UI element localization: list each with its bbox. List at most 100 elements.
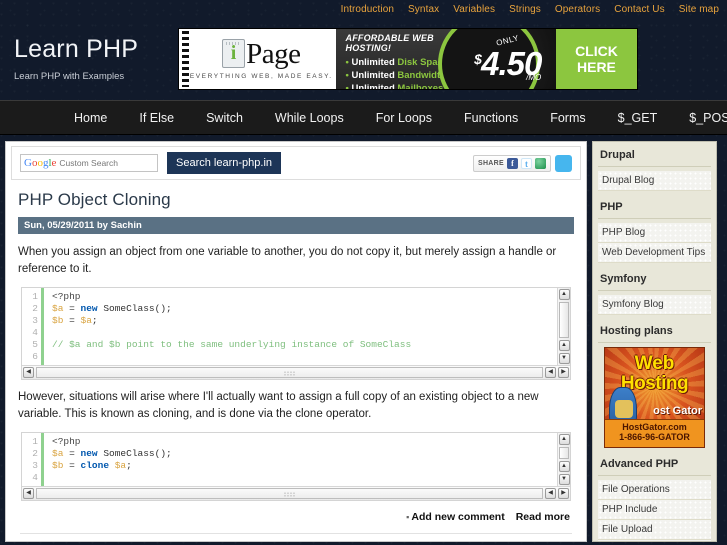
menu-item-if-else[interactable]: If Else <box>123 111 190 125</box>
menu-item-while-loops[interactable]: While Loops <box>259 111 360 125</box>
topnav-link-contact-us[interactable]: Contact Us <box>614 4 664 15</box>
site-title: Learn PHP <box>14 35 139 64</box>
scroll-up-button-2[interactable]: ▲ <box>558 461 570 472</box>
scroll-left-button-2[interactable]: ◀ <box>545 367 556 378</box>
sidebar-item-file-operations[interactable]: File Operations <box>598 480 711 500</box>
share-widget: SHARE f t <box>472 154 572 172</box>
banner-price-badge: ONLY $ 4.50 /MO <box>438 29 556 89</box>
scroll-left-button-2[interactable]: ◀ <box>545 488 556 499</box>
hostgator-ad-line-1: Web <box>634 353 675 374</box>
code-horizontal-scrollbar[interactable]: ◀ ◀ ▶ <box>22 365 570 379</box>
add-comment-item[interactable]: ▪ Add new comment <box>406 511 505 523</box>
topnav-link-introduction[interactable]: Introduction <box>341 4 394 15</box>
topnav-link-variables[interactable]: Variables <box>453 4 495 15</box>
sidebar-item-php-include[interactable]: PHP Include <box>598 500 711 520</box>
banner-feature-item: Unlimited Bandwidth <box>346 69 449 82</box>
code-content: <?php $a = new SomeClass(); $b = clone $… <box>52 436 172 471</box>
menu-item-for-loops[interactable]: For Loops <box>360 111 448 125</box>
hostgator-url: HostGator.com <box>622 422 687 432</box>
scroll-down-button[interactable]: ▼ <box>558 353 570 364</box>
read-more-link[interactable]: Read more <box>516 511 570 523</box>
scroll-grip-icon <box>283 371 296 376</box>
sidebar-block-php: PHP PHP Blog Web Development Tips <box>598 198 711 263</box>
scroll-up-button[interactable]: ▲ <box>558 289 570 300</box>
top-utility-nav: Introduction Syntax Variables Strings Op… <box>0 0 727 18</box>
sidebar-item-symfony-blog[interactable]: Symfony Blog <box>598 295 711 315</box>
code-horizontal-scrollbar[interactable]: ◀ ◀ ▶ <box>22 486 570 500</box>
ipage-logo-word: Page <box>246 37 301 70</box>
horizontal-scroll-track[interactable] <box>36 488 543 499</box>
code-line-numbers: 1234 <box>22 433 44 486</box>
share-label: SHARE <box>477 159 504 167</box>
twitter-icon[interactable]: t <box>521 157 532 169</box>
code-vertical-scrollbar[interactable]: ▲ ▲ ▼ <box>557 433 570 486</box>
menu-item-forms[interactable]: Forms <box>534 111 601 125</box>
scroll-left-button[interactable]: ◀ <box>23 488 34 499</box>
menu-item-post[interactable]: $_POST <box>673 111 727 125</box>
vertical-scroll-thumb[interactable] <box>559 447 569 459</box>
banner-headline: AFFORDABLE WEB HOSTING! <box>345 33 434 53</box>
sidebar-block-symfony: Symfony Symfony Blog <box>598 270 711 315</box>
scroll-up-button[interactable]: ▲ <box>558 434 570 445</box>
menu-item-home[interactable]: Home <box>58 111 123 125</box>
sidebar-item-php-blog[interactable]: PHP Blog <box>598 223 711 243</box>
cta-line-1: CLICK <box>575 43 618 59</box>
ipage-logo-panel: i Page EVERYTHING WEB, MADE EASY. <box>179 29 336 89</box>
ipage-logo-letter: i <box>230 42 237 64</box>
site-branding[interactable]: Learn PHP Learn PHP with Examples <box>0 36 178 82</box>
banner-feature-item: Unlimited Disk Space <box>346 56 448 69</box>
scroll-down-button[interactable]: ▼ <box>558 474 570 485</box>
sidebar-block-advanced-php: Advanced PHP File Operations PHP Include… <box>598 455 711 541</box>
menu-item-get[interactable]: $_GET <box>602 111 674 125</box>
add-new-comment-link[interactable]: Add new comment <box>411 511 504 523</box>
scroll-right-button[interactable]: ▶ <box>558 488 569 499</box>
site-slogan: Learn PHP with Examples <box>14 70 125 82</box>
sidebar-item-file-upload[interactable]: File Upload <box>598 520 711 540</box>
article-title[interactable]: PHP Object Cloning <box>18 190 574 210</box>
google-logo: Google <box>24 156 57 169</box>
topnav-link-operators[interactable]: Operators <box>555 4 600 15</box>
menu-item-functions[interactable]: Functions <box>448 111 534 125</box>
scroll-right-button[interactable]: ▶ <box>558 367 569 378</box>
search-placeholder: Custom Search <box>59 158 118 168</box>
hostgator-advertisement[interactable]: Web Hosting ost Gator HostGator.com 1-86… <box>604 347 705 448</box>
ipage-tagline: EVERYTHING WEB, MADE EASY. <box>189 72 333 80</box>
bullet-icon: ▪ <box>406 512 410 522</box>
hostgator-contact-bar: HostGator.com 1-866-96-GATOR <box>605 419 704 447</box>
site-header: Learn PHP Learn PHP with Examples i Page… <box>0 18 727 100</box>
facebook-icon[interactable]: f <box>507 157 518 169</box>
sidebar: Drupal Drupal Blog PHP PHP Blog Web Deve… <box>592 141 717 542</box>
sidebar-item-cookies[interactable]: Cookies <box>598 540 711 541</box>
code-block-2[interactable]: 1234 <?php $a = new SomeClass(); $b = cl… <box>21 432 571 501</box>
share-button-group[interactable]: SHARE f t <box>472 154 551 172</box>
stumbleupon-icon[interactable] <box>535 157 546 169</box>
code-block[interactable]: 123456 <?php $a = new SomeClass(); $b = … <box>21 287 571 380</box>
code-vertical-scrollbar[interactable]: ▲ ▲ ▼ <box>557 288 570 365</box>
banner-price-period: /MO <box>526 73 542 82</box>
topnav-link-site-map[interactable]: Site map <box>679 4 719 15</box>
notepad-icon: i <box>222 38 246 68</box>
article-paragraph-2: However, situations will arise where I'l… <box>18 391 539 420</box>
scroll-left-button[interactable]: ◀ <box>23 367 34 378</box>
horizontal-scroll-track[interactable] <box>36 367 543 378</box>
banner-features: AFFORDABLE WEB HOSTING! Unlimited Disk S… <box>335 29 455 89</box>
scroll-up-button-2[interactable]: ▲ <box>558 340 570 351</box>
code-content: <?php $a = new SomeClass(); $b = $a; // … <box>52 291 412 350</box>
sidebar-block-hosting-plans: Hosting plans Web Hosting ost Gator Host… <box>598 322 711 448</box>
menu-item-switch[interactable]: Switch <box>190 111 259 125</box>
banner-feature-item: Unlimited Mailboxes <box>346 82 449 89</box>
search-submit-button[interactable]: Search learn-php.in <box>167 152 282 174</box>
sidebar-item-web-development-tips[interactable]: Web Development Tips <box>598 243 711 263</box>
main-content-column: Google Custom Search Search learn-php.in… <box>5 141 587 542</box>
sidebar-item-drupal-blog[interactable]: Drupal Blog <box>598 171 711 191</box>
ipage-advertisement-banner[interactable]: i Page EVERYTHING WEB, MADE EASY. AFFORD… <box>178 28 638 90</box>
sidebar-block-title: Symfony <box>598 270 711 291</box>
twitter-badge-icon[interactable] <box>555 154 572 172</box>
topnav-link-strings[interactable]: Strings <box>509 4 541 15</box>
topnav-link-syntax[interactable]: Syntax <box>408 4 439 15</box>
page-body: Google Custom Search Search learn-php.in… <box>0 135 727 542</box>
search-input[interactable]: Google Custom Search <box>20 154 158 172</box>
vertical-scroll-thumb[interactable] <box>559 302 569 338</box>
banner-click-here-button[interactable]: CLICK HERE <box>555 29 637 89</box>
hostgator-phone: 1-866-96-GATOR <box>619 432 690 442</box>
